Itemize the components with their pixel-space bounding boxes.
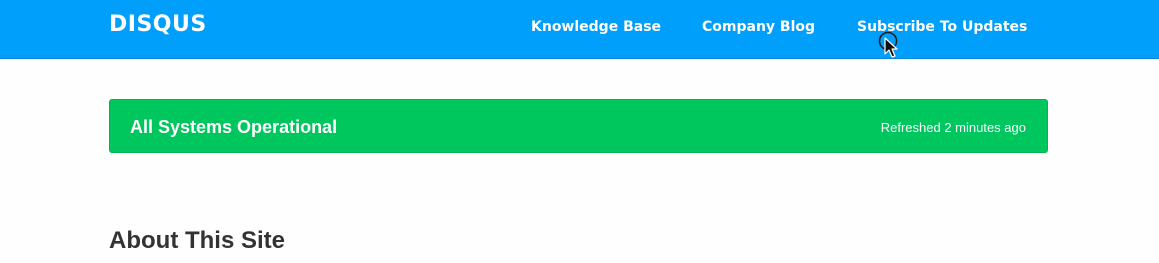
about-section-title: About This Site [109,227,285,254]
nav-company-blog-link[interactable]: Company Blog [702,18,815,36]
nav-subscribe-link[interactable]: Subscribe To Updates [857,18,1027,36]
disqus-logo[interactable]: DISQUS [109,11,207,39]
header-bar: DISQUS Knowledge Base Company Blog Subsc… [0,0,1159,59]
nav-knowledge-base-link[interactable]: Knowledge Base [531,18,661,36]
refreshed-timestamp: Refreshed 2 minutes ago [880,120,1026,135]
status-label: All Systems Operational [130,117,338,137]
status-banner: All Systems Operational Refreshed 2 minu… [109,99,1048,153]
